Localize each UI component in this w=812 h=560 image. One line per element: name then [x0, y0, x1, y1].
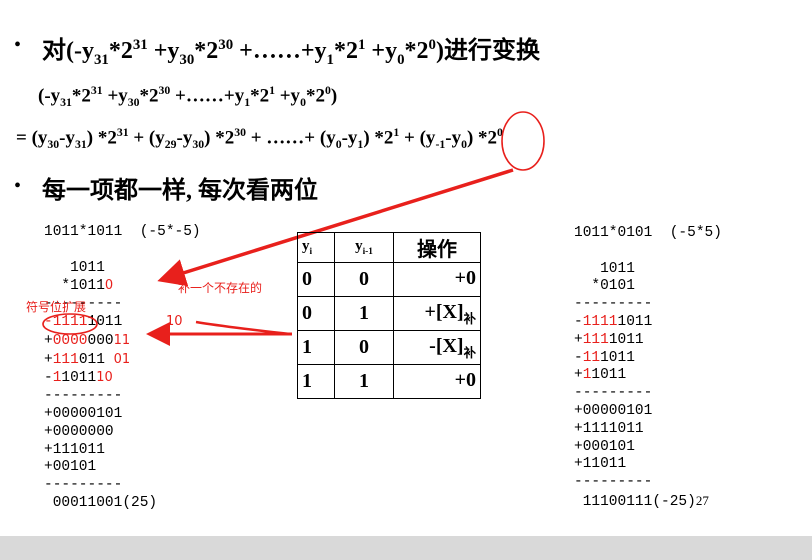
partial-red: 1111	[582, 313, 618, 330]
cell-yi: 1	[297, 364, 335, 399]
cell-yi: 0	[297, 296, 335, 331]
separator: ---------	[574, 296, 653, 313]
sum-row: +000101	[574, 438, 635, 455]
page-number: 27	[695, 492, 709, 508]
op-text: -[X]	[429, 334, 464, 357]
sum-row: +1111011	[574, 420, 644, 437]
sum-row: +00000101	[574, 402, 653, 419]
op-sub: 补	[463, 345, 476, 360]
partial-black: 1011	[600, 349, 635, 366]
col-yi-1: yi-1	[334, 232, 394, 263]
partial-red: 11	[582, 349, 601, 366]
cell-yi: 1	[297, 330, 335, 365]
highlight-circle	[501, 111, 545, 171]
header-text: y	[355, 238, 363, 254]
result: 11100111(-25)	[582, 493, 696, 510]
multiplier: *0101	[591, 278, 635, 295]
partial-black: 1011	[617, 313, 653, 330]
col-operation: 操作	[393, 232, 481, 263]
op-text: +0	[454, 368, 476, 391]
table-row: 0 0 +0	[297, 262, 481, 297]
cell-op: +[X]补	[393, 296, 481, 331]
separator: ---------	[574, 385, 653, 402]
sign-ext-circle	[42, 313, 98, 335]
cell-yi-1: 1	[334, 296, 394, 331]
calc-title: 1011*0101 (-5*5)	[574, 225, 722, 241]
sum-row: +11011	[574, 456, 627, 473]
header-text: y	[302, 238, 310, 254]
op-text: +0	[454, 266, 476, 289]
partial-sign: -	[574, 349, 583, 366]
cell-yi: 0	[297, 262, 335, 297]
cell-op: +0	[393, 364, 481, 399]
arrow-curve	[195, 320, 291, 336]
header-sub: i	[309, 247, 313, 257]
right-calculation: 1011*0101 (-5*5) 1011 *0101 --------- -1…	[574, 225, 722, 512]
cell-yi-1: 0	[334, 262, 394, 297]
cell-yi-1: 0	[334, 330, 394, 365]
footer-bar	[0, 536, 812, 560]
partial-black: 1011	[608, 331, 644, 348]
table-row: 1 1 +0	[297, 364, 481, 399]
cell-op: +0	[393, 262, 481, 297]
partial-sign: -	[574, 313, 583, 330]
cell-yi-1: 1	[334, 364, 394, 399]
partial-red: 111	[582, 331, 609, 348]
op-text: +[X]	[424, 300, 464, 323]
multiplicand: 1011	[600, 260, 635, 277]
op-sub: 补	[463, 311, 476, 326]
table-row: 0 1 +[X]补	[297, 296, 481, 331]
booth-operation-table: yi yi-1 操作 0 0 +0 0 1 +[X]补 1 0 -[X]补 1 …	[297, 232, 481, 399]
partial-sign: +	[574, 331, 583, 348]
partial-sign: +	[574, 367, 583, 384]
header-sub: i-1	[362, 247, 373, 257]
partial-black: 1011	[591, 367, 627, 384]
table-row: 1 0 -[X]补	[297, 330, 481, 365]
col-yi: yi	[297, 232, 335, 263]
table-header-row: yi yi-1 操作	[297, 232, 481, 263]
separator: ---------	[574, 474, 653, 491]
cell-op: -[X]补	[393, 330, 481, 365]
